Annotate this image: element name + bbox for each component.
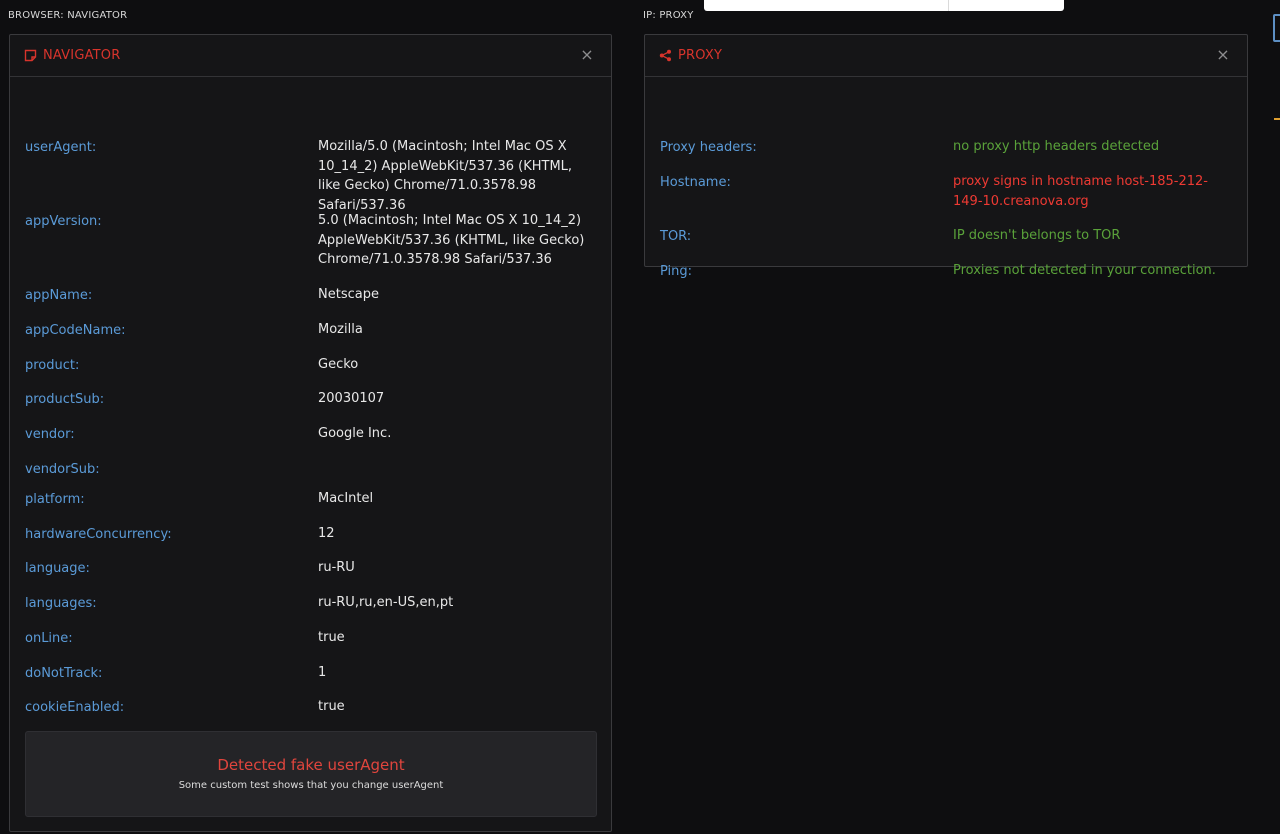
proxy-row-value: Proxies not detected in your connection. [953, 263, 1216, 278]
navigator-row-value: 1 [318, 665, 327, 680]
proxy-row-key: TOR: [660, 229, 692, 244]
browser-section-label: BROWSER: NAVIGATOR [8, 10, 128, 21]
navigator-row-key: onLine: [25, 631, 73, 646]
navigator-row-value: Netscape [318, 287, 379, 302]
navigator-row-key: vendor: [25, 427, 75, 442]
alert-title: Detected fake userAgent [217, 756, 405, 774]
navigator-row-key: userAgent: [25, 140, 97, 155]
navigator-row-value: 20030107 [318, 391, 385, 406]
edge-marker [1274, 118, 1280, 120]
navigator-row-key: languages: [25, 596, 97, 611]
proxy-close-button[interactable]: × [1215, 47, 1231, 63]
note-icon [24, 49, 37, 62]
top-dropdown-bar[interactable] [704, 0, 1064, 11]
navigator-row-value: Mozilla/5.0 (Macintosh; Intel Mac OS X 1… [318, 139, 573, 213]
navigator-row-value: true [318, 630, 345, 645]
navigator-row-key: product: [25, 358, 80, 373]
navigator-row-key: appName: [25, 288, 93, 303]
proxy-row-key: Proxy headers: [660, 140, 757, 155]
navigator-row-value: Google Inc. [318, 426, 392, 441]
edge-panel-toggle[interactable] [1273, 14, 1280, 42]
navigator-row-key: platform: [25, 492, 85, 507]
navigator-row-key: appCodeName: [25, 323, 126, 338]
ip-section-label: IP: PROXY [643, 10, 694, 21]
fake-useragent-alert: Detected fake userAgent Some custom test… [25, 731, 597, 817]
navigator-row-key: hardwareConcurrency: [25, 527, 172, 542]
proxy-row-key: Hostname: [660, 175, 731, 190]
navigator-row-value: MacIntel [318, 491, 374, 506]
proxy-row-value: IP doesn't belongs to TOR [953, 228, 1121, 243]
navigator-row-value: ru-RU,ru,en-US,en,pt [318, 595, 454, 610]
navigator-row-key: productSub: [25, 392, 105, 407]
navigator-row-value: 12 [318, 526, 335, 541]
navigator-row-value: ru-RU [318, 560, 355, 575]
share-icon [659, 49, 672, 62]
proxy-panel: PROXY × Proxy headers: no proxy http head… [644, 34, 1248, 279]
navigator-row-value: Gecko [318, 357, 359, 372]
navigator-panel-title: NAVIGATOR [43, 48, 121, 63]
proxy-row-key: Ping: [660, 264, 693, 279]
navigator-close-button[interactable]: × [579, 47, 595, 63]
navigator-row-key: doNotTrack: [25, 666, 103, 681]
navigator-row-value: Mozilla [318, 322, 363, 337]
proxy-row-value: no proxy http headers detected [953, 139, 1160, 154]
proxy-panel-title: PROXY [678, 48, 723, 63]
proxy-panel-header: PROXY × [645, 35, 1247, 77]
alert-subtitle: Some custom test shows that you change u… [178, 780, 444, 791]
navigator-panel-header: NAVIGATOR × [10, 35, 611, 77]
navigator-panel: NAVIGATOR × userAgent: Mozilla/5.0 (Macin… [9, 34, 612, 832]
navigator-row-value: true [318, 699, 345, 714]
navigator-row-key: appVersion: [25, 214, 102, 229]
proxy-row-value: proxy signs in hostname host-185-212-149… [953, 174, 1208, 209]
top-bar-divider [948, 0, 949, 11]
navigator-row-key: language: [25, 561, 90, 576]
navigator-row-key: cookieEnabled: [25, 700, 125, 715]
navigator-row-value: 5.0 (Macintosh; Intel Mac OS X 10_14_2) … [318, 213, 585, 267]
navigator-row-key: vendorSub: [25, 462, 100, 477]
